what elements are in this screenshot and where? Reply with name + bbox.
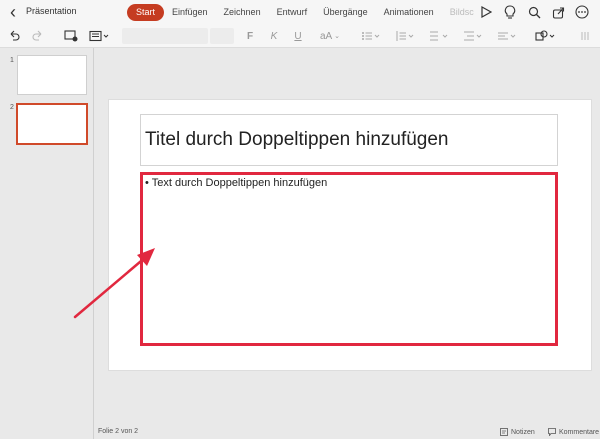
line-spacing-icon[interactable]	[428, 28, 450, 44]
thumbnail-number: 2	[10, 104, 14, 111]
redo-icon[interactable]	[30, 28, 46, 44]
more-icon[interactable]	[574, 4, 590, 20]
bullet: •	[145, 177, 149, 189]
tab-zeichnen[interactable]: Zeichnen	[216, 4, 269, 21]
ribbon-tabs: Start Einfügen Zeichnen Entwurf Übergäng…	[127, 4, 477, 21]
title-placeholder-text: Titel durch Doppeltippen hinzufügen	[145, 129, 449, 150]
slide-counter: Folie 2 von 2	[98, 428, 139, 435]
new-slide-icon[interactable]	[62, 28, 80, 44]
font-size-label: aA	[319, 30, 333, 42]
body-placeholder[interactable]	[140, 172, 558, 346]
play-icon[interactable]	[478, 4, 494, 20]
tab-einfuegen[interactable]: Einfügen	[164, 4, 216, 21]
back-icon[interactable]: ‹	[6, 3, 20, 21]
indent-icon[interactable]	[462, 28, 484, 44]
tab-entwurf[interactable]: Entwurf	[269, 4, 316, 21]
underline-button[interactable]: U	[292, 28, 304, 44]
layout-icon[interactable]	[88, 28, 112, 44]
font-size-menu-button[interactable]: aA ⌄	[318, 28, 342, 44]
top-bar: ‹ Präsentation Start Einfügen Zeichnen E…	[0, 0, 600, 24]
tab-start[interactable]: Start	[127, 4, 165, 21]
share-icon[interactable]	[550, 4, 566, 20]
italic-button[interactable]: K	[268, 28, 280, 44]
comments-button[interactable]: Kommentare	[548, 428, 599, 436]
tab-bildschirmpraesentation[interactable]: Bildsc	[442, 4, 477, 21]
font-size-field[interactable]	[210, 28, 234, 44]
numbered-list-icon[interactable]	[394, 28, 416, 44]
notes-icon	[500, 428, 508, 436]
notes-button[interactable]: Notizen	[500, 428, 535, 436]
slide-thumbnail-1[interactable]	[17, 55, 87, 95]
body-placeholder-text: • Text durch Doppeltippen hinzufügen	[145, 177, 327, 189]
slide-thumbnail-2[interactable]	[16, 103, 88, 145]
arrange-icon[interactable]	[578, 28, 592, 44]
comment-icon	[548, 428, 556, 436]
lightbulb-icon[interactable]	[502, 4, 518, 20]
font-name-field[interactable]	[122, 28, 208, 44]
bullet-list-icon[interactable]	[360, 28, 382, 44]
thumbnail-number: 1	[10, 57, 14, 64]
chevron-down-icon: ⌄	[334, 33, 341, 40]
document-title[interactable]: Präsentation	[26, 6, 77, 16]
notes-label: Notizen	[511, 428, 535, 436]
shapes-icon[interactable]	[534, 28, 558, 44]
body-placeholder-label: Text durch Doppeltippen hinzufügen	[151, 177, 328, 189]
search-icon[interactable]	[526, 4, 542, 20]
bold-button[interactable]: F	[244, 28, 256, 44]
tab-animationen[interactable]: Animationen	[376, 4, 442, 21]
tab-uebergaenge[interactable]: Übergänge	[315, 4, 376, 21]
align-text-icon[interactable]	[496, 28, 518, 44]
ribbon-toolbar: F K U aA ⌄	[0, 24, 600, 48]
undo-icon[interactable]	[6, 28, 22, 44]
comments-label: Kommentare	[559, 428, 600, 436]
